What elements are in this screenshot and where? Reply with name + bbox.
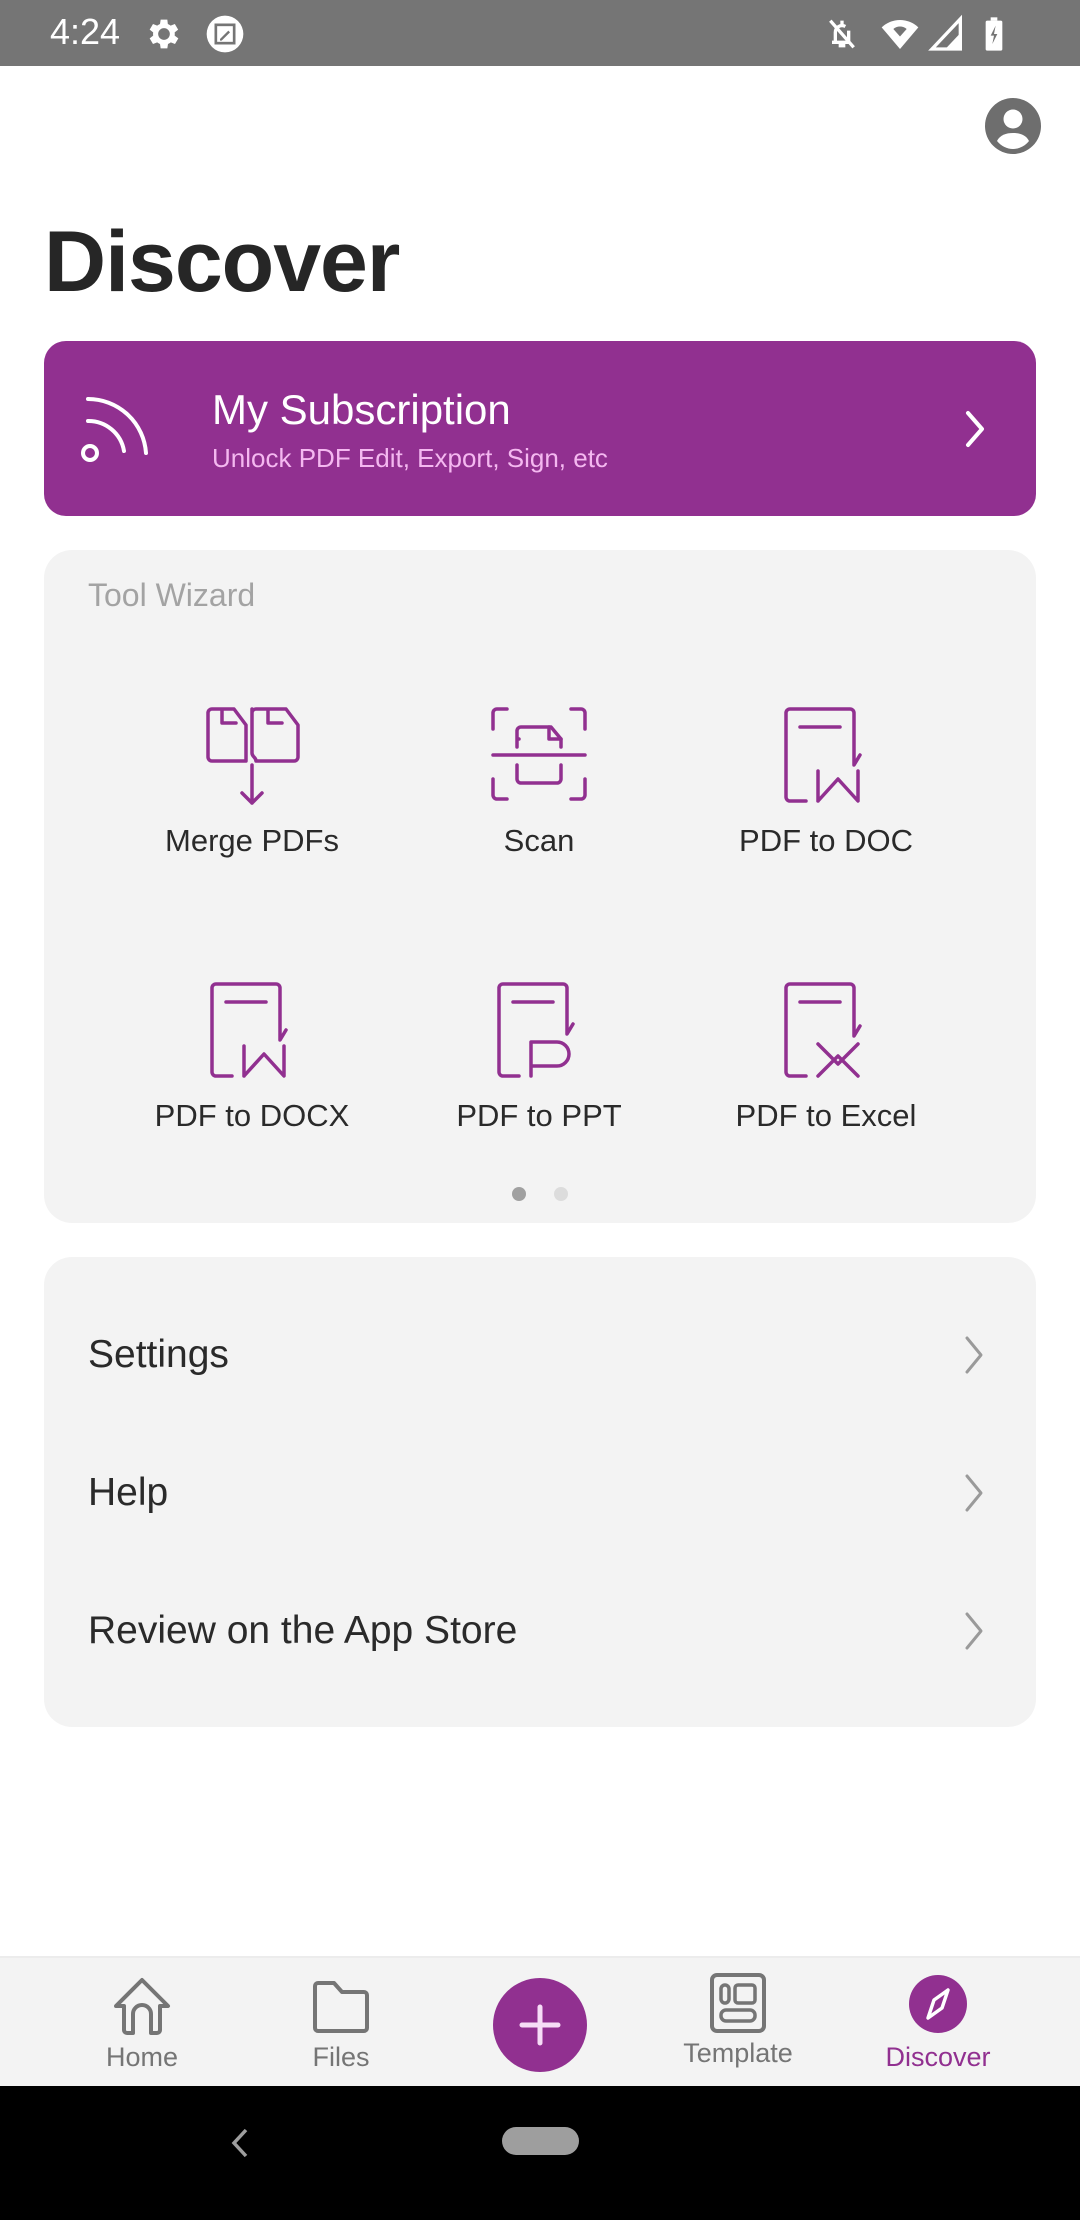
tool-label: PDF to DOC [739,823,913,858]
settings-gear-icon [149,19,179,49]
add-icon [519,2004,561,2046]
feed-icon [81,396,148,462]
nav-item-template[interactable]: Template [658,1958,818,2088]
pdf-to-doc-icon [784,707,862,803]
page-indicator-dot[interactable] [554,1187,568,1201]
nav-item-discover[interactable]: Discover [858,1958,1018,2088]
merge-pdfs-icon [206,707,300,805]
wifi-icon [881,20,919,49]
status-bar: 4:24 [0,0,1080,66]
menu-item-settings[interactable]: Settings [44,1290,1036,1420]
pdf-to-docx-icon [210,982,288,1078]
menu-item-review[interactable]: Review on the App Store [44,1566,1036,1696]
nav-label: Template [683,2038,793,2068]
cellular-signal-icon [928,14,962,51]
bottom-nav: Home Files Template Discover [0,1956,1080,2086]
pdf-to-excel-icon [784,982,862,1078]
template-icon [710,1973,766,2033]
tool-pdf-to-ppt[interactable]: PDF to PPT [409,980,669,1160]
status-time: 4:24 [50,11,121,52]
tool-pdf-to-doc[interactable]: PDF to DOC [696,705,956,885]
pdf-to-ppt-icon [497,982,575,1078]
tool-scan[interactable]: Scan [409,705,669,885]
account-circle-icon[interactable] [984,97,1042,155]
chevron-right-icon [965,1336,983,1374]
tool-label: PDF to Excel [735,1098,917,1133]
tool-merge-pdfs[interactable]: Merge PDFs [122,705,382,885]
chevron-right-icon [965,1612,983,1650]
compass-icon [909,1975,967,2033]
folder-icon [313,1981,369,2033]
home-icon [114,1978,170,2035]
nav-label: Discover [885,2042,991,2072]
tool-wizard-card: Tool Wizard Merge PDFs Scan PDF to DOC P… [44,550,1036,1223]
scan-icon [491,707,587,801]
chevron-right-icon [966,411,984,447]
back-icon[interactable] [226,2126,252,2160]
add-button[interactable] [493,1978,587,2072]
tool-label: Scan [503,823,575,858]
chevron-right-icon [965,1474,983,1512]
nav-label: Home [105,2042,179,2072]
subscription-title: My Subscription [212,386,511,433]
tool-label: Merge PDFs [165,823,339,858]
nav-label: Files [312,2042,370,2072]
subscription-description: Unlock PDF Edit, Export, Sign, etc [212,443,608,473]
page-indicator-dot-active[interactable] [512,1187,526,1201]
menu-item-label: Review on the App Store [88,1609,518,1652]
subscription-card[interactable]: My Subscription Unlock PDF Edit, Export,… [44,341,1036,516]
nav-item-files[interactable]: Files [261,1958,421,2088]
nav-item-home[interactable]: Home [62,1958,222,2088]
menu-item-label: Help [88,1471,169,1514]
screenshot-edit-icon [206,15,244,53]
menu-item-help[interactable]: Help [44,1428,1036,1558]
system-nav-bar [0,2086,1080,2220]
tool-pdf-to-docx[interactable]: PDF to DOCX [122,980,382,1160]
battery-charging-icon [985,17,1003,51]
home-pill[interactable] [502,2127,579,2155]
menu-card: Settings Help Review on the App Store [44,1257,1036,1727]
tool-label: PDF to DOCX [154,1098,350,1133]
notifications-off-icon [829,19,855,49]
tool-pdf-to-excel[interactable]: PDF to Excel [696,980,956,1160]
page-title: Discover [44,214,400,310]
tool-label: PDF to PPT [456,1098,622,1133]
menu-item-label: Settings [88,1333,229,1376]
tool-wizard-label: Tool Wizard [88,577,256,613]
